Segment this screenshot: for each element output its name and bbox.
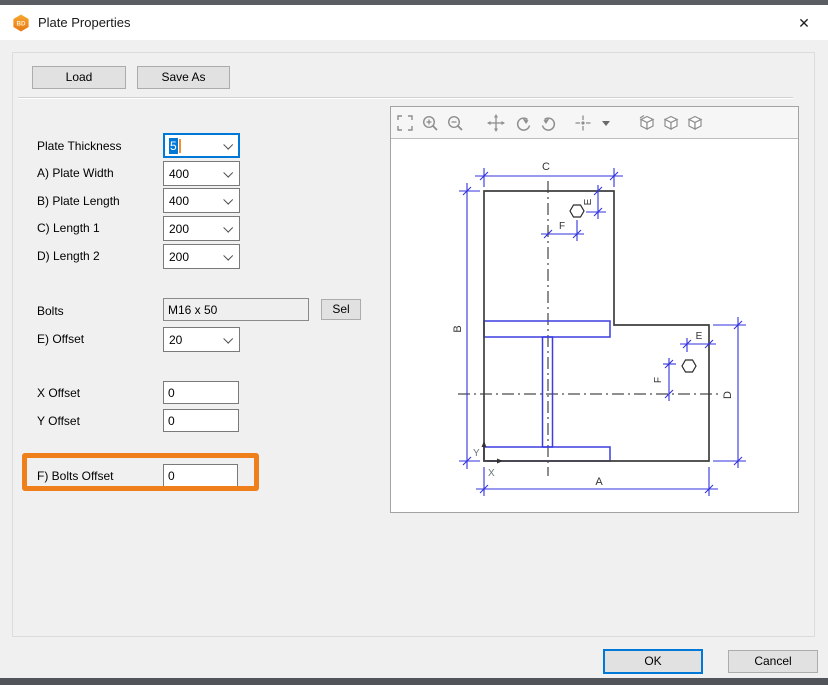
select-bolt-button[interactable]: Sel [321,299,361,320]
label-length-1: C) Length 1 [37,221,100,235]
svg-text:C: C [542,161,550,173]
label-y-offset: Y Offset [37,414,80,428]
label-bolts: Bolts [37,304,64,318]
view-3d-icon-2[interactable] [661,113,681,133]
view-3d-icon-3[interactable] [685,113,705,133]
plate-outline [484,191,709,461]
rotate-left-icon[interactable] [513,113,533,133]
bolts-field[interactable] [163,298,309,321]
svg-text:F: F [653,377,664,383]
label-x-offset: X Offset [37,386,80,400]
plate-thickness-value: 5 [169,138,178,154]
length-1-combobox[interactable]: 200 [163,216,240,241]
cancel-button[interactable]: Cancel [728,650,818,673]
bolt-icon [570,205,696,372]
chevron-down-icon[interactable] [223,140,233,150]
load-button[interactable]: Load [32,66,126,89]
plate-width-value: 400 [169,167,189,181]
save-as-button[interactable]: Save As [137,66,230,89]
svg-text:BD: BD [17,20,26,27]
plate-thickness-combobox[interactable]: 5 [163,133,240,158]
beam-section [484,321,610,461]
separator-line [18,97,793,99]
window-title: Plate Properties [38,5,131,40]
label-plate-width: A) Plate Width [37,166,114,180]
svg-text:E: E [583,198,594,205]
svg-text:Y: Y [473,448,480,459]
label-plate-length: B) Plate Length [37,194,120,208]
background-window-strip-bottom [0,678,828,685]
ok-button[interactable]: OK [603,649,703,674]
label-plate-thickness: Plate Thickness [37,139,122,153]
rotate-right-icon[interactable] [539,113,559,133]
svg-text:E: E [696,331,703,342]
plate-length-combobox[interactable]: 400 [163,188,240,213]
svg-text:D: D [722,391,734,399]
svg-text:F: F [559,221,565,232]
app-logo-icon: BD [12,14,30,32]
center-target-icon[interactable] [573,113,593,133]
plate-drawing: C B A D E F E F Y X [391,139,798,512]
zoom-out-icon[interactable] [445,113,465,133]
chevron-down-icon[interactable] [223,251,233,261]
svg-text:A: A [595,476,603,488]
zoom-extents-icon[interactable] [395,113,415,133]
dropdown-arrow-icon[interactable] [601,113,611,133]
label-f-bolts-offset: F) Bolts Offset [37,469,113,483]
chevron-down-icon[interactable] [223,168,233,178]
preview-toolbar [391,107,798,139]
f-bolts-offset-input[interactable] [163,464,238,488]
drawing-canvas[interactable]: C B A D E F E F Y X [391,139,798,512]
view-3d-icon-1[interactable] [637,113,657,133]
text-caret [179,139,181,153]
length-1-value: 200 [169,222,189,236]
svg-text:X: X [488,468,495,479]
chevron-down-icon[interactable] [223,334,233,344]
close-icon[interactable]: ✕ [794,13,814,33]
x-offset-input[interactable] [163,381,239,404]
label-length-2: D) Length 2 [37,249,100,263]
plate-width-combobox[interactable]: 400 [163,161,240,186]
zoom-in-icon[interactable] [420,113,440,133]
length-2-value: 200 [169,250,189,264]
e-offset-combobox[interactable]: 20 [163,327,240,352]
plate-properties-dialog: { "titlebar": { "title": "Plate Properti… [0,0,828,685]
chevron-down-icon[interactable] [223,195,233,205]
length-2-combobox[interactable]: 200 [163,244,240,269]
plate-length-value: 400 [169,194,189,208]
e-offset-value: 20 [169,333,182,347]
svg-text:B: B [452,325,464,332]
y-offset-input[interactable] [163,409,239,432]
label-e-offset: E) Offset [37,332,84,346]
preview-panel: C B A D E F E F Y X [390,106,799,513]
chevron-down-icon[interactable] [223,223,233,233]
pan-icon[interactable] [486,113,506,133]
titlebar: BD Plate Properties ✕ [0,5,828,40]
